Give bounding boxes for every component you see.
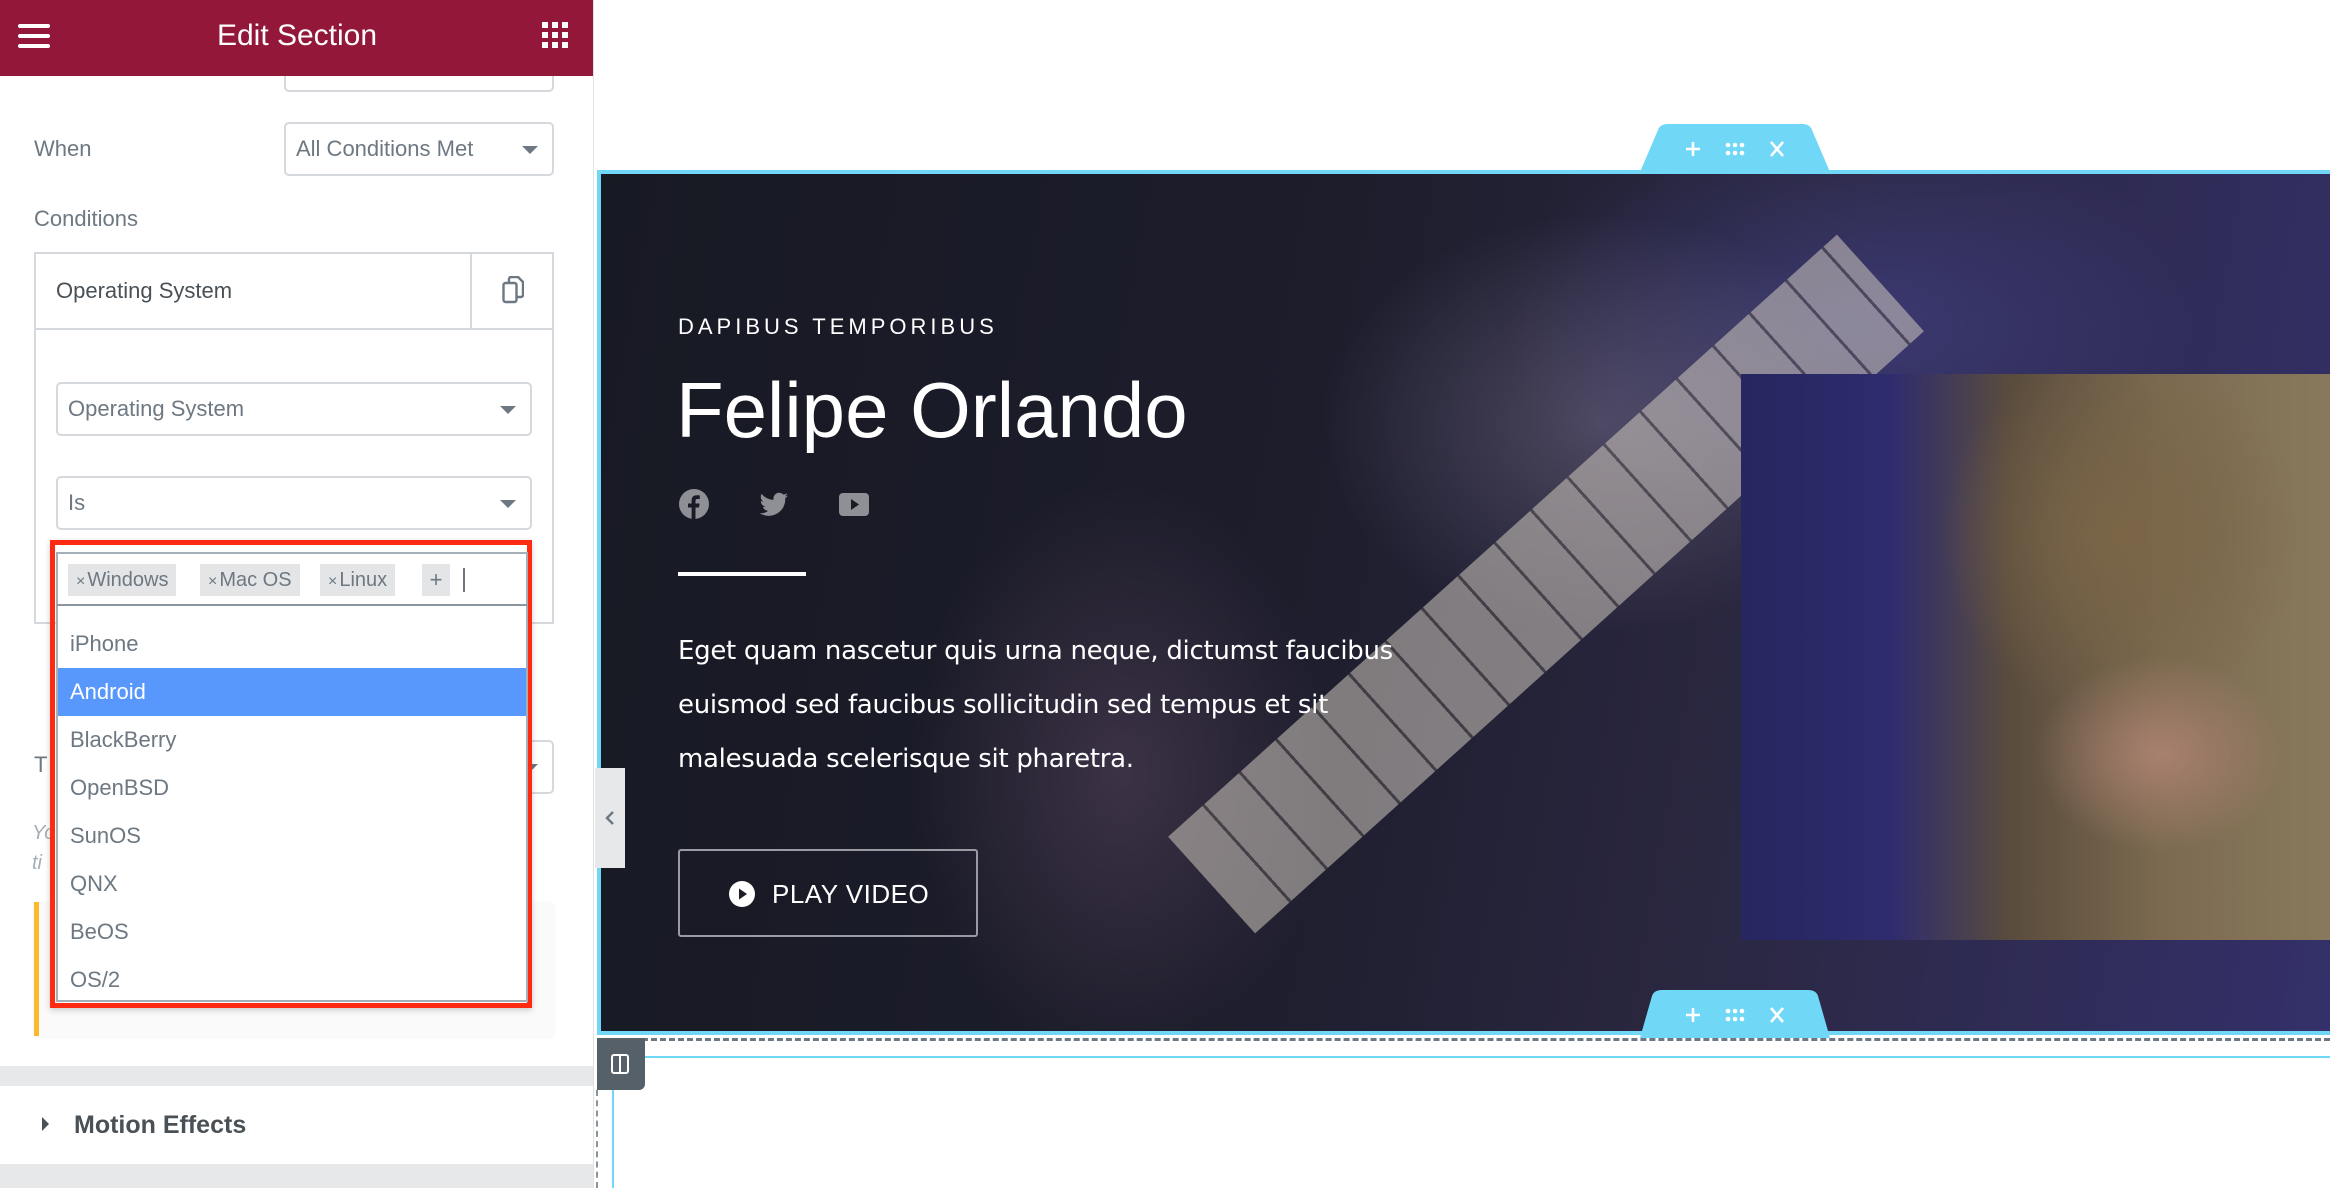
selected-tag: × Mac OS [200,564,300,596]
close-icon [1770,141,1784,157]
drag-dots-icon [1725,142,1745,156]
option-item[interactable]: QNX [58,860,526,908]
when-select[interactable]: All Conditions Met [284,122,554,176]
option-item[interactable]: BeOS [58,908,526,956]
column-outline [645,1056,2330,1058]
hero-title: Felipe Orlando [676,366,1188,454]
delete-section-button[interactable] [1762,1002,1792,1028]
column-outline-left [612,1090,614,1188]
tag-label: Windows [87,569,169,591]
drag-section-handle[interactable] [1720,136,1750,162]
motion-effects-label: Motion Effects [74,1111,247,1139]
panel-header: Edit Section [0,0,593,76]
widgets-grid-icon[interactable] [542,22,568,48]
drag-dots-icon [1725,1008,1745,1022]
play-video-label: PLAY VIDEO [772,879,930,909]
preview-canvas: DAPIBUS TEMPORIBUS Felipe Orlando Eget q… [595,0,2330,1188]
condition-operator-select[interactable]: Is [56,476,532,530]
drag-section-handle[interactable] [1720,1002,1750,1028]
column-drop-guide [596,1090,598,1188]
remove-tag-icon[interactable]: × [208,573,217,590]
add-section-button[interactable] [1678,136,1708,162]
play-circle-icon [729,881,755,907]
tag-label: Mac OS [219,569,292,591]
hero-photo [1741,374,2330,940]
add-section-button[interactable] [1678,1002,1708,1028]
os-options-list: iPhone Android BlackBerry OpenBSD SunOS … [56,606,528,1002]
section-handle-bottom [1640,990,1830,1038]
hero-eyebrow: DAPIBUS TEMPORIBUS [678,314,998,339]
option-item[interactable]: SunOS [58,812,526,860]
section-divider [0,1066,593,1086]
condition-type-value: Operating System [68,396,245,421]
when-select-value: All Conditions Met [296,136,474,161]
condition-item-header[interactable]: Operating System [36,254,552,330]
condition-type-select[interactable]: Operating System [56,382,532,436]
hero-section[interactable]: DAPIBUS TEMPORIBUS Felipe Orlando Eget q… [597,170,2330,1035]
column-icon [611,1054,629,1074]
remove-tag-icon[interactable]: × [76,573,85,590]
when-label: When [34,136,92,161]
chevron-left-icon [605,811,614,825]
os-multiselect-input[interactable]: × Windows × Mac OS × Linux + [56,552,528,606]
panel-title: Edit Section [216,19,378,52]
section-divider [0,1164,593,1188]
chevron-down-icon [522,146,538,154]
play-video-button[interactable]: PLAY VIDEO [678,849,978,937]
condition-operator-value: Is [68,490,86,515]
collapse-panel-button[interactable] [595,768,625,868]
copy-icon [502,276,524,304]
edit-column-button[interactable] [597,1038,645,1090]
option-item[interactable]: BlackBerry [58,716,526,764]
caret-right-icon [42,1117,49,1131]
plus-icon [1686,1008,1700,1022]
remove-tag-icon[interactable]: × [328,573,337,590]
section-handle-top [1640,124,1830,172]
option-item-highlighted[interactable]: Android [58,668,526,716]
hero-body-text: Eget quam nascetur quis urna neque, dict… [678,636,1393,774]
twitter-icon[interactable] [758,488,790,520]
condition-item-title: Operating System [56,278,233,303]
text-cursor [463,568,465,592]
duplicate-button[interactable] [470,254,552,328]
chevron-down-icon [500,500,516,508]
tag-label: Linux [339,569,388,591]
selected-tag: × Linux [320,564,396,596]
option-item[interactable]: OpenBSD [58,764,526,812]
option-item[interactable]: OS/2 [58,956,526,1004]
youtube-icon[interactable] [838,488,870,520]
selected-tag: × Windows [68,564,177,596]
hero-divider [678,572,806,576]
option-item[interactable]: iPhone [58,620,526,668]
motion-effects-section-toggle[interactable]: Motion Effects [0,1086,593,1164]
section-drop-guide [624,1038,2330,1041]
add-tag-button[interactable]: + [422,564,450,596]
close-icon [1770,1007,1784,1023]
plus-icon [1686,142,1700,156]
conditions-label: Conditions [34,206,138,231]
hidden-field-label: T [34,752,48,777]
facebook-icon[interactable] [678,488,710,520]
chevron-down-icon [500,406,516,414]
delete-section-button[interactable] [1762,136,1792,162]
